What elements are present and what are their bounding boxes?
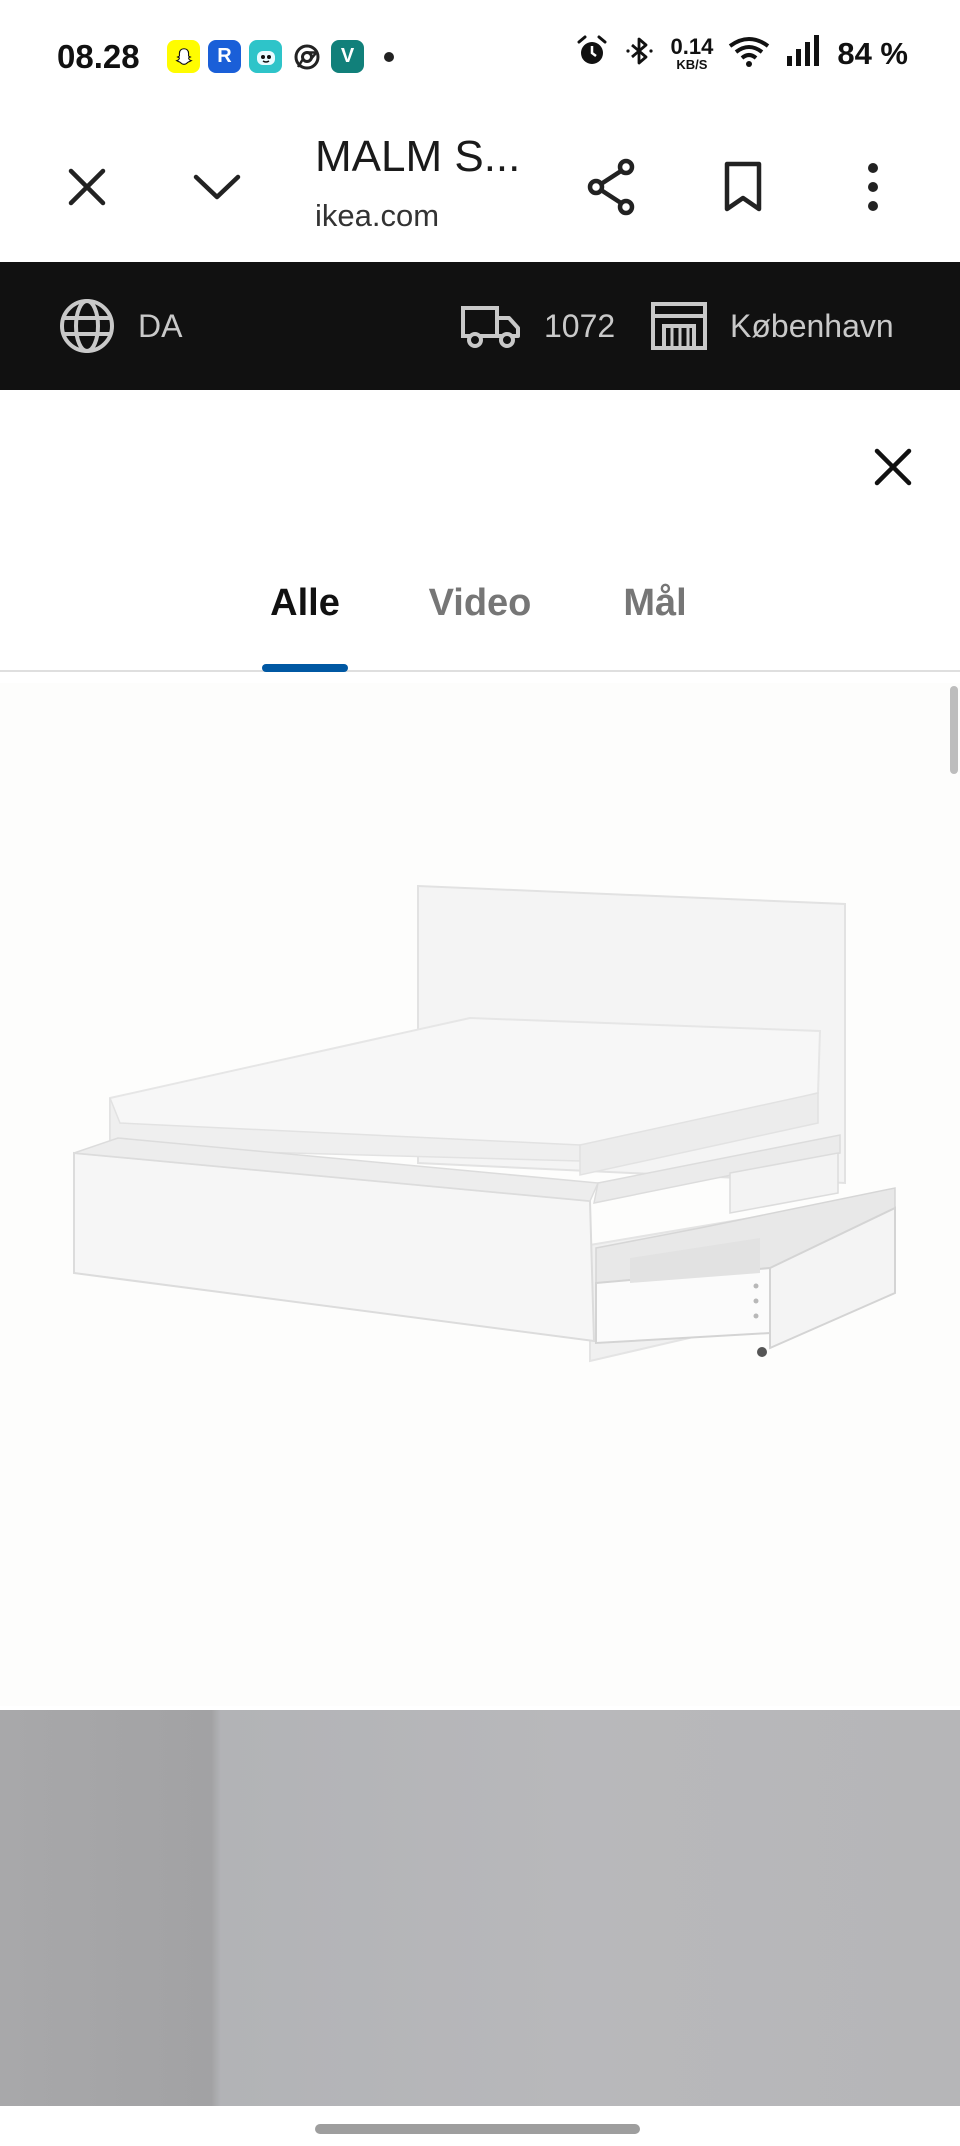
wifi-icon xyxy=(727,34,771,73)
close-tab-button[interactable] xyxy=(52,152,122,222)
close-gallery-button[interactable] xyxy=(858,432,928,502)
more-vert-icon xyxy=(868,163,878,211)
browser-toolbar: MALM S... ikea.com xyxy=(0,116,960,260)
tab-label: Mål xyxy=(623,582,687,624)
product-room-photo[interactable] xyxy=(0,1710,960,2106)
bluetooth-icon xyxy=(623,34,657,73)
store-label: København xyxy=(730,307,894,344)
store-icon xyxy=(651,302,707,350)
status-indicators: 0.14 KB/S 84 % xyxy=(575,34,908,73)
tab-alle[interactable]: Alle xyxy=(262,560,348,672)
battery-percentage: 84 % xyxy=(837,35,908,71)
chrome-icon xyxy=(290,40,323,73)
status-bar: 08.28 R V 0.14 KB/S 84 % xyxy=(0,0,960,116)
postal-code-label: 1072 xyxy=(544,307,616,344)
network-speed: 0.14 KB/S xyxy=(670,34,714,72)
tab-video[interactable]: Video xyxy=(420,560,540,670)
snapchat-icon xyxy=(167,40,200,73)
active-tab-indicator xyxy=(262,664,348,672)
minimize-custom-tab-button[interactable] xyxy=(182,152,252,222)
store-selector[interactable]: København xyxy=(650,262,894,390)
share-icon xyxy=(587,158,635,216)
notification-icons: R V xyxy=(167,40,394,73)
bookmark-button[interactable] xyxy=(708,152,778,222)
media-gallery-modal: Alle Video Mål xyxy=(0,390,960,2146)
close-icon xyxy=(68,168,106,206)
ikea-top-bar: DA 1072 København xyxy=(0,262,960,390)
gallery-tabs: Alle Video Mål xyxy=(0,560,960,672)
tab-label: Video xyxy=(428,582,532,624)
tab-label: Alle xyxy=(270,582,340,624)
truck-icon xyxy=(461,306,520,348)
alarm-icon xyxy=(575,34,609,73)
bed-with-drawer-illustration xyxy=(73,884,896,1363)
close-icon xyxy=(874,448,912,486)
signal-icon xyxy=(785,34,823,73)
language-selector[interactable]: DA xyxy=(58,262,182,390)
chevron-down-icon xyxy=(193,174,241,200)
language-label: DA xyxy=(138,307,183,344)
delivery-postcode-selector[interactable]: 1072 xyxy=(460,262,615,390)
network-speed-unit: KB/S xyxy=(676,57,708,72)
r-app-icon: R xyxy=(208,40,241,73)
v-app-icon: V xyxy=(331,40,364,73)
more-notifications-dot xyxy=(384,51,394,62)
status-time: 08.28 xyxy=(57,38,140,75)
bot-app-icon xyxy=(249,40,282,73)
share-button[interactable] xyxy=(578,152,648,222)
tab-maal[interactable]: Mål xyxy=(615,560,695,670)
network-speed-value: 0.14 xyxy=(670,34,714,59)
gesture-navigation-bar xyxy=(0,2106,960,2146)
bookmark-icon xyxy=(724,161,762,212)
product-image[interactable] xyxy=(0,683,960,1706)
more-options-button[interactable] xyxy=(838,152,908,222)
home-gesture-pill[interactable] xyxy=(315,2124,640,2134)
page-title: MALM S... xyxy=(315,132,521,181)
globe-icon xyxy=(60,299,114,353)
scrollbar-thumb[interactable] xyxy=(950,686,958,774)
page-domain: ikea.com xyxy=(315,198,440,233)
